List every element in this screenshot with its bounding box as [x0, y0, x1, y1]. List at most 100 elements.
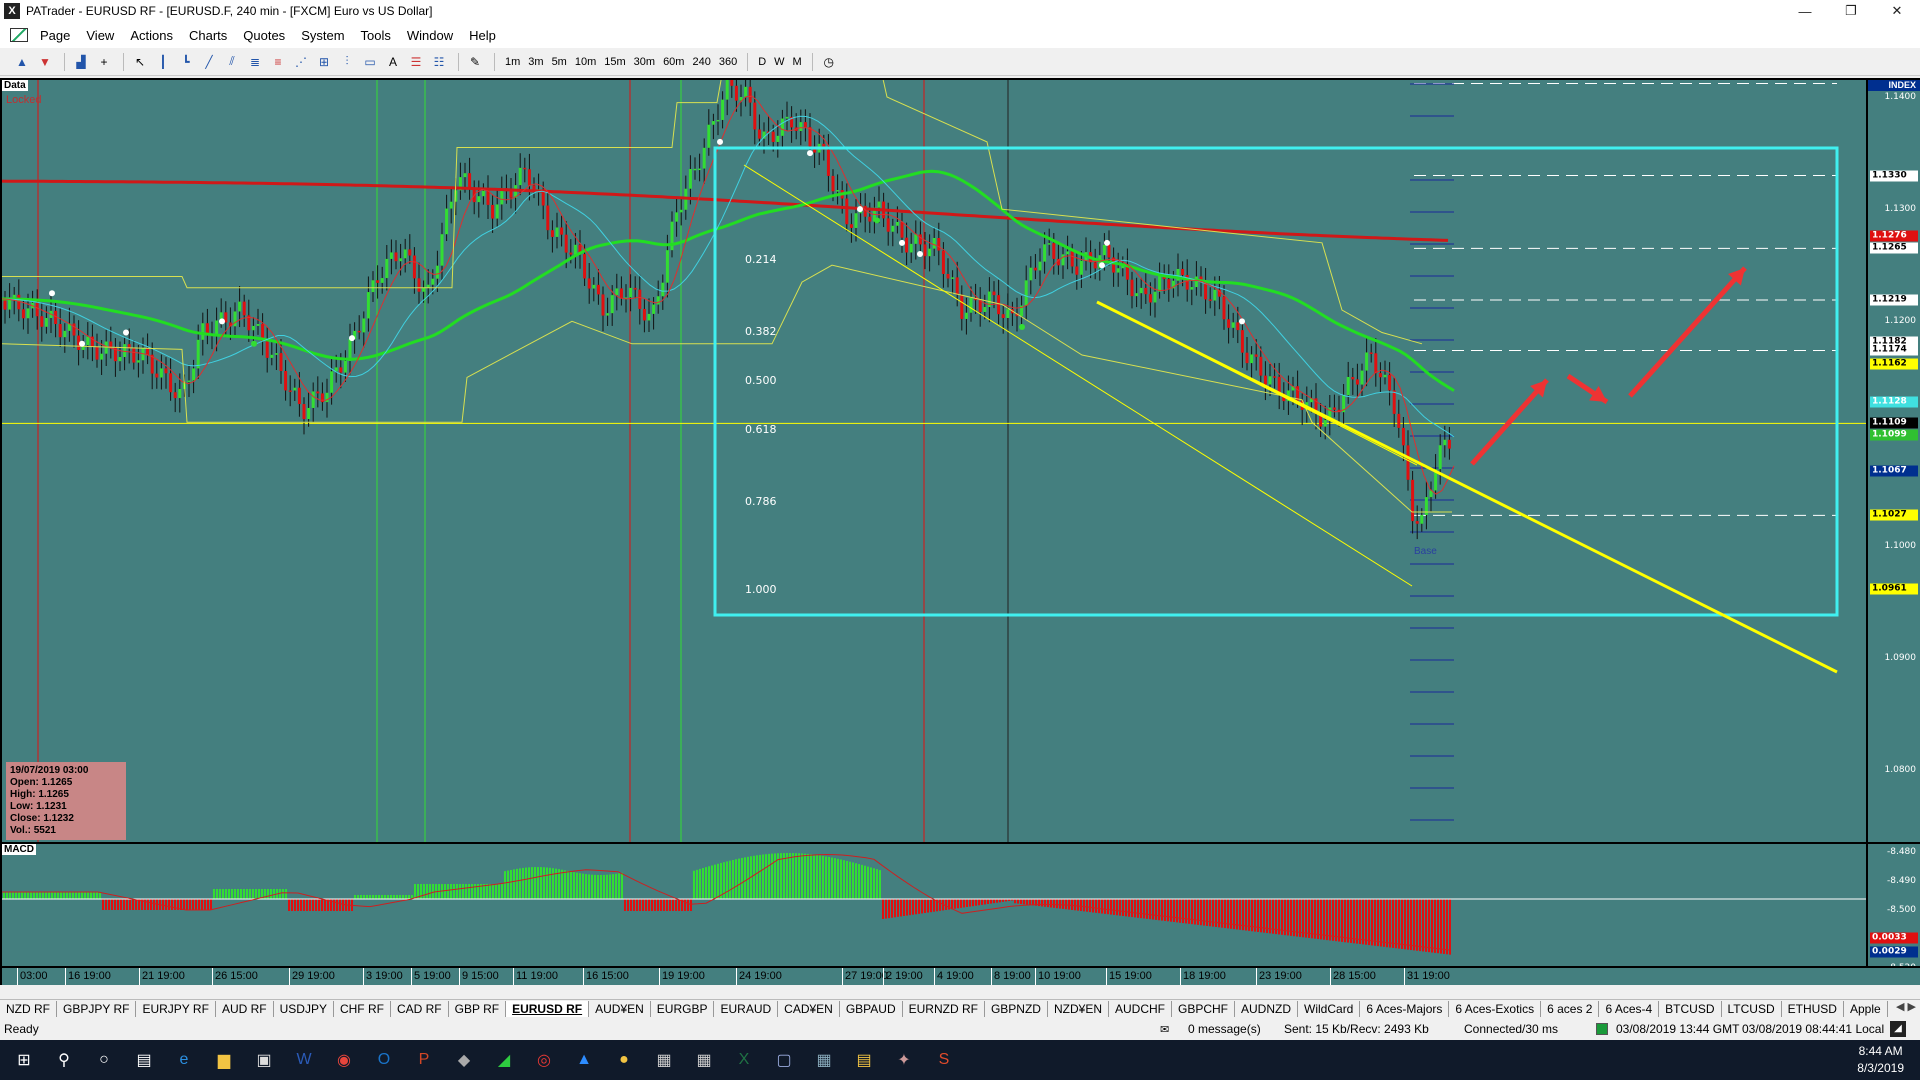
symbol-tab[interactable]: NZD¥EN	[1048, 1000, 1109, 1017]
close-icon[interactable]: ✕	[1874, 0, 1920, 22]
timeframe-1m[interactable]: 1m	[501, 56, 524, 68]
rectangle-icon[interactable]: ▭	[360, 52, 380, 72]
menu-page[interactable]: Page	[32, 28, 78, 43]
app-icon-15[interactable]: ▦	[812, 1048, 836, 1072]
zoom-icon[interactable]: ▲	[572, 1048, 596, 1072]
menu-tools[interactable]: Tools	[353, 28, 399, 43]
timeframe-5m[interactable]: 5m	[548, 56, 571, 68]
data-tag[interactable]: Data	[2, 80, 28, 91]
timeframe-360[interactable]: 360	[715, 56, 741, 68]
timeframe-240[interactable]: 240	[688, 56, 714, 68]
taskbar-clock[interactable]: 8:44 AM 8/3/2019	[1857, 1043, 1904, 1077]
levels-icon[interactable]: ☰	[406, 52, 426, 72]
macd-tag[interactable]: MACD	[2, 844, 36, 855]
menu-window[interactable]: Window	[399, 28, 461, 43]
task-view-icon[interactable]: ▤	[132, 1048, 156, 1072]
symbol-tab[interactable]: AUDNZD	[1235, 1000, 1299, 1017]
andrews-pitchfork-icon[interactable]: ⫶	[337, 52, 357, 72]
timeframe-3m[interactable]: 3m	[524, 56, 547, 68]
trendline-icon[interactable]: ╱	[199, 52, 219, 72]
symbol-tab[interactable]: BTCUSD	[1659, 1000, 1722, 1017]
symbol-tab[interactable]: 6 Aces-Majors	[1360, 1000, 1450, 1017]
price-pane[interactable]: Data Locked 0.214 0.382 0.500 0.618 0.78…	[2, 80, 1866, 842]
draw-icon[interactable]: ✎	[465, 52, 485, 72]
sell-icon[interactable]: ▼	[35, 52, 55, 72]
fibonacci-icon[interactable]: ≣	[245, 52, 265, 72]
symbol-tab[interactable]: EURGBP	[651, 1000, 715, 1017]
windows-start-icon[interactable]: ⊞	[12, 1048, 36, 1072]
app-icon-18[interactable]: S	[932, 1048, 956, 1072]
symbol-tab[interactable]: GBPCHF	[1172, 1000, 1236, 1017]
symbol-tab[interactable]: Apple	[1844, 1000, 1888, 1017]
menu-view[interactable]: View	[78, 28, 122, 43]
edge-icon[interactable]: e	[172, 1048, 196, 1072]
app-icon-6[interactable]: ◆	[452, 1048, 476, 1072]
symbol-tab[interactable]: AUD RF	[216, 1000, 274, 1017]
menu-charts[interactable]: Charts	[181, 28, 235, 43]
resize-grip-icon[interactable]: ◢	[1890, 1021, 1906, 1037]
symbol-tab[interactable]: GBPJPY RF	[57, 1000, 137, 1017]
symbol-tab[interactable]: EURAUD	[714, 1000, 779, 1017]
symbol-tab[interactable]: GBP RF	[449, 1000, 507, 1017]
pointer-icon[interactable]: ↖	[130, 52, 150, 72]
symbol-tab[interactable]: USDJPY	[274, 1000, 334, 1017]
period-daily[interactable]: D	[754, 56, 770, 68]
menu-help[interactable]: Help	[461, 28, 504, 43]
timeframe-10m[interactable]: 10m	[571, 56, 600, 68]
calculator-icon[interactable]: ▦	[652, 1048, 676, 1072]
app-icon-7[interactable]: ◢	[492, 1048, 516, 1072]
snagit-icon[interactable]: ✦	[892, 1048, 916, 1072]
horizontal-line-icon[interactable]: ┗	[176, 52, 196, 72]
powerpoint-icon[interactable]: P	[412, 1048, 436, 1072]
fib-extension-icon[interactable]: ≡	[268, 52, 288, 72]
symbol-tab[interactable]: NZD RF	[0, 1000, 57, 1017]
symbol-tab[interactable]: AUD¥EN	[589, 1000, 651, 1017]
symbol-tab[interactable]: EURUSD RF	[506, 1000, 590, 1017]
symbol-tab[interactable]: EURJPY RF	[136, 1000, 216, 1017]
channel-icon[interactable]: ⫽	[222, 52, 242, 72]
fib-fan-icon[interactable]: ⋰	[291, 52, 311, 72]
outlook-icon[interactable]: O	[372, 1048, 396, 1072]
patrader-app-icon[interactable]: X	[4, 3, 20, 19]
symbol-tab[interactable]: CAD RF	[391, 1000, 449, 1017]
timeframe-60m[interactable]: 60m	[659, 56, 688, 68]
chart-window-icon[interactable]	[10, 28, 28, 42]
symbol-tab[interactable]: EURNZD RF	[903, 1000, 985, 1017]
app-icon-8[interactable]: ◎	[532, 1048, 556, 1072]
chart-type-icon[interactable]: ▟	[71, 52, 91, 72]
timeframe-30m[interactable]: 30m	[630, 56, 659, 68]
symbol-tab[interactable]: LTCUSD	[1722, 1000, 1782, 1017]
macd-pane[interactable]: MACD	[2, 844, 1866, 966]
restore-icon[interactable]: ❐	[1828, 0, 1874, 22]
symbol-tab[interactable]: GBPNZD	[985, 1000, 1048, 1017]
menu-quotes[interactable]: Quotes	[235, 28, 293, 43]
symbol-tab[interactable]: ETHUSD	[1782, 1000, 1844, 1017]
time-axis[interactable]: 03:00 16 19:00 21 19:00 26 15:00 29 19:00 3 1…	[2, 968, 1920, 985]
symbol-tab[interactable]: WildCard	[1298, 1000, 1361, 1017]
symbol-tab[interactable]: 6 Aces-4	[1599, 1000, 1660, 1017]
patrader-icon[interactable]: ▣	[252, 1048, 276, 1072]
text-icon[interactable]: A	[383, 52, 403, 72]
app-icon-14[interactable]: ▢	[772, 1048, 796, 1072]
cortana-icon[interactable]: ○	[92, 1048, 116, 1072]
minimize-icon[interactable]: —	[1782, 0, 1828, 22]
app-icon-10[interactable]: ●	[612, 1048, 636, 1072]
app-icon-16[interactable]: ▤	[852, 1048, 876, 1072]
timeframe-15m[interactable]: 15m	[600, 56, 629, 68]
excel-icon[interactable]: ▦	[692, 1048, 716, 1072]
period-monthly[interactable]: M	[789, 56, 806, 68]
chrome-icon[interactable]: ◉	[332, 1048, 356, 1072]
app-icon-13[interactable]: X	[732, 1048, 756, 1072]
macd-axis[interactable]: -8.480-8.490-8.500-8.510-8.5200.00330.00…	[1868, 844, 1920, 966]
symbol-tab[interactable]: AUDCHF	[1109, 1000, 1172, 1017]
price-axis[interactable]: 1.14001.13001.12001.11001.10001.09001.08…	[1868, 80, 1920, 842]
symbol-tab[interactable]: 6 aces 2	[1541, 1000, 1600, 1017]
menu-actions[interactable]: Actions	[122, 28, 181, 43]
levels-alt-icon[interactable]: ☷	[429, 52, 449, 72]
clock-icon[interactable]: ◷	[819, 52, 839, 72]
symbol-tab[interactable]: GBPAUD	[840, 1000, 903, 1017]
symbol-tab[interactable]: 6 Aces-Exotics	[1449, 1000, 1542, 1017]
symbol-tab[interactable]: CAD¥EN	[778, 1000, 840, 1017]
period-weekly[interactable]: W	[770, 56, 788, 68]
search-icon[interactable]: ⚲	[52, 1048, 76, 1072]
